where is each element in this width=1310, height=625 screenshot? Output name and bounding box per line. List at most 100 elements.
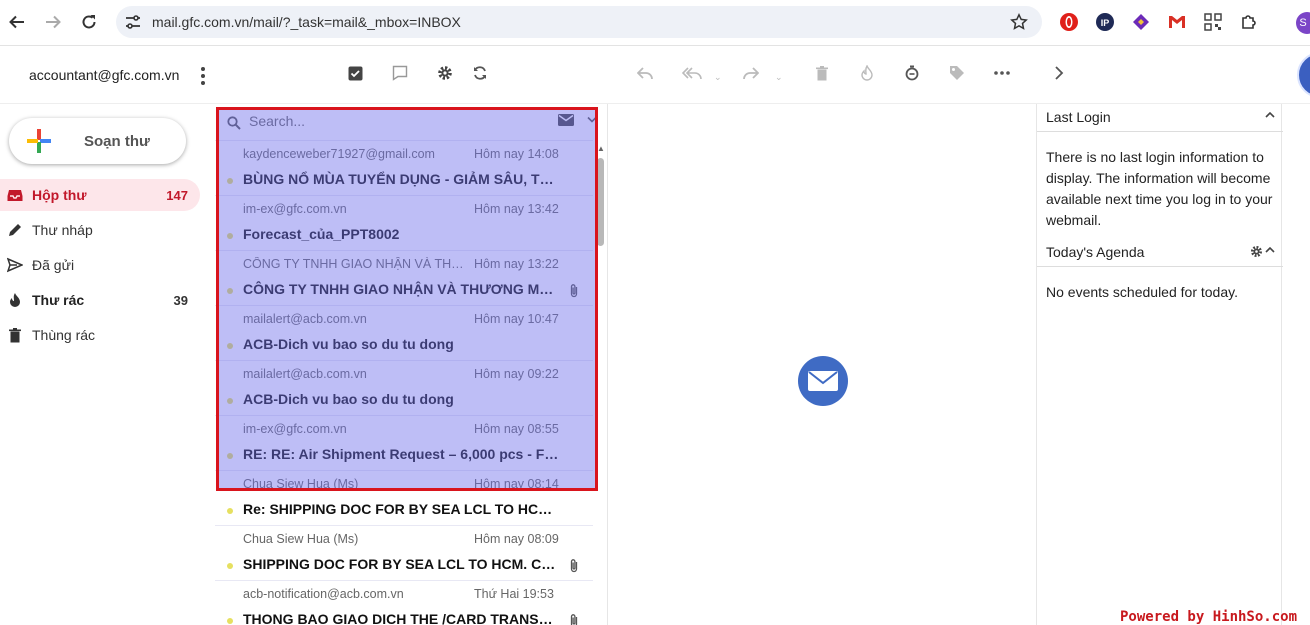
unread-dot-icon[interactable] [227, 343, 233, 349]
site-info-icon[interactable] [124, 14, 142, 30]
opera-extension-icon[interactable] [1058, 11, 1080, 33]
address-bar[interactable]: mail.gfc.com.vn/mail/?_task=mail&_mbox=I… [116, 6, 1042, 38]
list-scrollbar[interactable] [597, 158, 604, 246]
unread-dot-icon[interactable] [227, 288, 233, 294]
agenda-header[interactable]: Today's Agenda [1037, 239, 1283, 267]
folder-drafts[interactable]: Thư nháp [0, 214, 200, 246]
message-row[interactable]: Chua Siew Hua (Ms) Hôm nay 08:14 Re: SHI… [215, 470, 593, 525]
message-row[interactable]: im-ex@gfc.com.vn Hôm nay 08:55 RE: RE: A… [215, 415, 593, 470]
envelope-icon [808, 371, 838, 391]
chevron-up-icon[interactable] [1265, 111, 1275, 119]
forward-mail-button[interactable] [740, 62, 762, 84]
ip-extension-icon[interactable]: IP [1094, 11, 1116, 33]
gear-icon [438, 66, 452, 80]
qr-extension-icon[interactable] [1202, 11, 1224, 33]
message-subject: CÔNG TY TNHH GIAO NHẬN VÀ THƯƠNG MẠI BẢO [243, 281, 561, 297]
unread-dot-icon[interactable] [227, 618, 233, 624]
folder-trash[interactable]: Thùng rác [0, 319, 200, 351]
message-subject: RE: RE: Air Shipment Request – 6,000 pcs… [243, 446, 561, 462]
message-date: Hôm nay 08:09 [474, 532, 559, 546]
forward-button[interactable] [41, 10, 65, 34]
gear-icon[interactable] [1250, 245, 1263, 258]
reply-button[interactable] [634, 62, 656, 84]
unread-dot-icon[interactable] [227, 508, 233, 514]
message-row[interactable]: Chua Siew Hua (Ms) Hôm nay 08:09 SHIPPIN… [215, 525, 593, 580]
arrow-right-icon [46, 15, 61, 29]
pencil-icon [9, 224, 21, 236]
mail-placeholder [798, 356, 848, 406]
forward-caret-icon[interactable]: ⌄ [775, 72, 783, 83]
chevron-up-icon[interactable] [1265, 246, 1275, 254]
trash-icon [9, 328, 21, 343]
folder-sent[interactable]: Đã gửi [0, 249, 200, 281]
list-options-button[interactable] [434, 62, 456, 84]
unread-dot-icon[interactable] [227, 178, 233, 184]
watermark-text: Powered by HinhSo.com [1120, 609, 1298, 625]
snooze-button[interactable] [901, 62, 923, 84]
fire-icon [10, 293, 20, 307]
message-from: mailalert@acb.com.vn [243, 367, 367, 381]
unread-dot-icon[interactable] [227, 233, 233, 239]
profile-avatar[interactable]: S [1296, 12, 1310, 34]
back-button[interactable] [5, 10, 29, 34]
message-from: im-ex@gfc.com.vn [243, 202, 347, 216]
unread-dot-icon[interactable] [227, 453, 233, 459]
tag-button[interactable] [946, 62, 968, 84]
search-input[interactable] [249, 113, 449, 129]
last-login-header[interactable]: Last Login [1037, 104, 1283, 132]
send-icon [7, 257, 23, 273]
reply-icon [637, 67, 653, 80]
message-date: Hôm nay 08:14 [474, 477, 559, 491]
webmail-logo [1297, 52, 1310, 98]
envelope-icon[interactable] [558, 114, 574, 126]
message-subject: Re: SHIPPING DOC FOR BY SEA LCL TO HCM. … [243, 501, 561, 517]
message-date: Hôm nay 13:22 [474, 257, 559, 271]
message-row[interactable]: acb-notification@acb.com.vn Thứ Hai 19:5… [215, 580, 593, 625]
folder-label: Đã gửi [32, 257, 75, 273]
bookmark-star-icon[interactable] [1010, 13, 1028, 31]
reply-all-icon [682, 67, 702, 80]
next-button[interactable] [1048, 62, 1070, 84]
compose-button[interactable]: Soạn thư [9, 118, 186, 164]
search-bar [215, 104, 607, 140]
message-row[interactable]: mailalert@acb.com.vn Hôm nay 09:22 ACB-D… [215, 360, 593, 415]
agenda-text: No events scheduled for today. [1046, 284, 1238, 300]
unread-count: 39 [173, 293, 188, 308]
more-button[interactable] [991, 62, 1013, 84]
paperclip-icon [570, 559, 578, 573]
message-row[interactable]: kaydenceweber71927@gmail.com Hôm nay 14:… [215, 140, 593, 195]
gmail-extension-icon[interactable] [1166, 11, 1188, 33]
reply-all-caret-icon[interactable]: ⌄ [714, 72, 722, 83]
account-menu-icon[interactable] [196, 66, 210, 86]
arrow-left-icon [9, 15, 24, 29]
delete-button[interactable] [811, 62, 833, 84]
extensions-puzzle-icon[interactable] [1238, 11, 1260, 33]
junk-button[interactable] [856, 62, 878, 84]
reload-button[interactable] [77, 10, 101, 34]
reply-all-button[interactable] [681, 62, 703, 84]
threads-button[interactable] [389, 62, 411, 84]
search-icon[interactable] [227, 116, 241, 130]
select-button[interactable] [344, 62, 366, 84]
inbox-icon [7, 190, 23, 201]
message-date: Hôm nay 09:22 [474, 367, 559, 381]
refresh-button[interactable] [469, 62, 491, 84]
chevron-right-icon [1055, 66, 1064, 80]
message-from: im-ex@gfc.com.vn [243, 422, 347, 436]
message-from: CÔNG TY TNHH GIAO NHẬN VÀ THƯƠNG MẠI [243, 257, 468, 271]
unread-count: 147 [166, 188, 188, 203]
folder-label: Hộp thư [32, 187, 87, 203]
message-row[interactable]: im-ex@gfc.com.vn Hôm nay 13:42 Forecast_… [215, 195, 593, 250]
unread-dot-icon[interactable] [227, 563, 233, 569]
folder-inbox[interactable]: Hộp thư 147 [0, 179, 200, 211]
message-row[interactable]: CÔNG TY TNHH GIAO NHẬN VÀ THƯƠNG MẠI Hôm… [215, 250, 593, 305]
scroll-up-icon[interactable]: ▲ [597, 144, 605, 153]
message-date: Thứ Hai 19:53 [474, 587, 554, 601]
message-row[interactable]: mailalert@acb.com.vn Hôm nay 10:47 ACB-D… [215, 305, 593, 360]
last-login-text: There is no last login information to di… [1046, 149, 1273, 228]
folder-junk[interactable]: Thư rác 39 [0, 284, 200, 316]
refresh-icon [474, 66, 486, 80]
diamond-extension-icon[interactable] [1130, 11, 1152, 33]
chevron-down-icon[interactable] [587, 116, 597, 124]
unread-dot-icon[interactable] [227, 398, 233, 404]
